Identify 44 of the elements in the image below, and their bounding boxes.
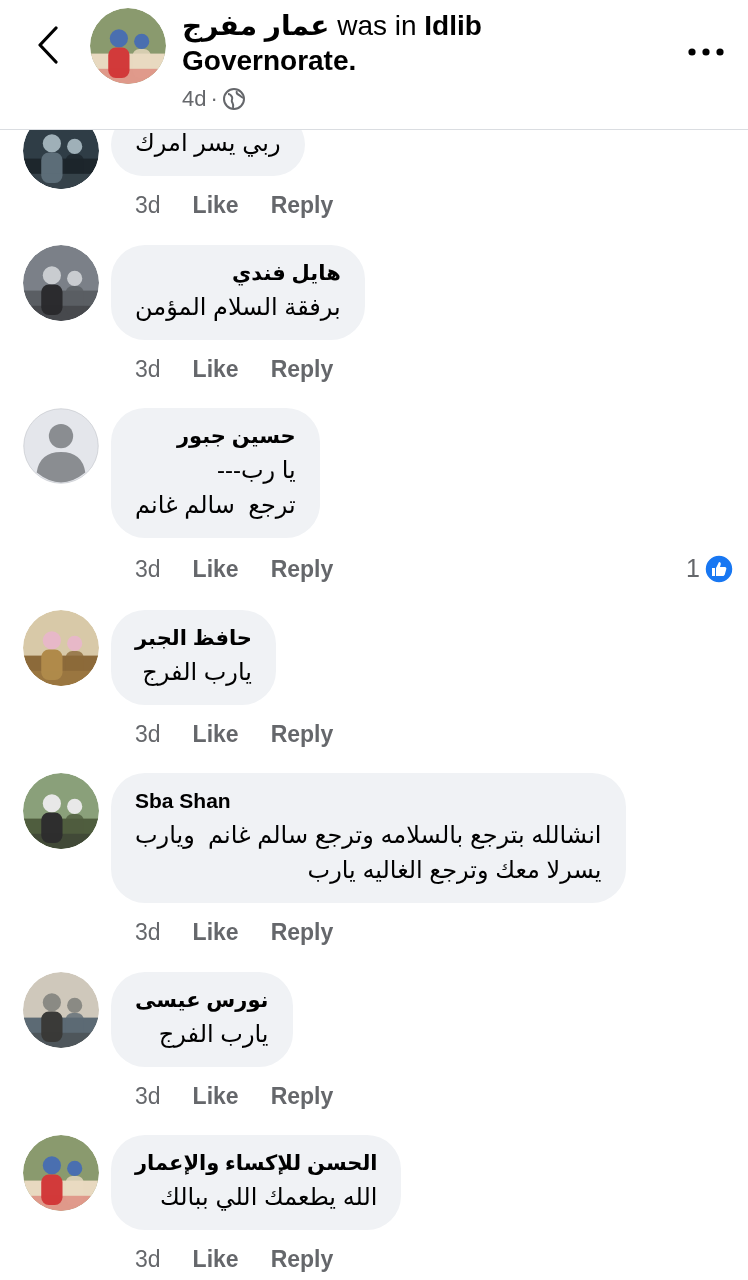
reply-link[interactable]: Reply xyxy=(270,1078,334,1113)
commenter-name[interactable]: الحسن للإكساء والإعمار xyxy=(135,1147,378,1179)
back-icon xyxy=(37,26,59,64)
comment-text: الله يطعمك اللي ببالك xyxy=(158,1182,378,1213)
like-link[interactable]: Like xyxy=(192,551,239,586)
reply-link[interactable]: Reply xyxy=(270,351,334,386)
comment-time: 3d xyxy=(135,918,161,947)
reply-link[interactable]: Reply xyxy=(270,915,334,950)
globe-icon xyxy=(221,86,246,111)
comment-time: 3d xyxy=(135,1245,161,1274)
avatar-silhouette-icon xyxy=(23,408,99,484)
reply-link[interactable]: Reply xyxy=(270,551,334,586)
separator-dot: · xyxy=(210,85,218,113)
comment-text: ترجع سالم غانم xyxy=(135,490,296,521)
commenter-name[interactable]: Sba Shan xyxy=(135,785,602,817)
reaction-count: 1 xyxy=(686,553,700,584)
like-link[interactable]: Like xyxy=(192,1078,239,1113)
comment-time: 3d xyxy=(135,554,161,584)
commenter-name[interactable]: نورس عيسى xyxy=(135,983,269,1016)
comment-time: 3d xyxy=(135,1081,161,1111)
like-link[interactable]: Like xyxy=(192,188,239,223)
comment-time: 3d xyxy=(135,354,161,384)
comment-time: 3d xyxy=(135,719,161,749)
commenter-name[interactable]: هايل فندي xyxy=(135,256,341,289)
comment-text: انشالله بترجع بالسلامه وترجع سالم غانم ويارب xyxy=(135,820,602,851)
like-link[interactable]: Like xyxy=(192,351,239,386)
commenter-name[interactable]: حافظ الجبر xyxy=(135,621,252,654)
more-icon xyxy=(688,48,724,56)
like-link[interactable]: Like xyxy=(192,716,239,751)
post-time: 4d xyxy=(182,85,207,113)
commenter-name[interactable]: حسين جبور xyxy=(135,420,296,452)
comment-text: يارب الفرج xyxy=(141,656,252,688)
comment-text: يسرلا معك وترجع الغاليه يارب xyxy=(306,855,602,886)
comment-text: يارب الفرج xyxy=(157,1018,269,1050)
comment-time: 3d xyxy=(135,191,161,220)
comment-text: يا رب--- xyxy=(215,455,296,486)
reply-link[interactable]: Reply xyxy=(270,1242,334,1277)
comment-text: ربي يسر امرك xyxy=(135,130,281,159)
reply-link[interactable]: Reply xyxy=(270,188,334,223)
like-link[interactable]: Like xyxy=(192,1242,239,1277)
thumbs-up-icon[interactable] xyxy=(704,553,734,584)
reply-link[interactable]: Reply xyxy=(270,716,334,751)
like-link[interactable]: Like xyxy=(192,915,239,950)
comment-text: برفقة السلام المؤمن xyxy=(135,291,341,323)
